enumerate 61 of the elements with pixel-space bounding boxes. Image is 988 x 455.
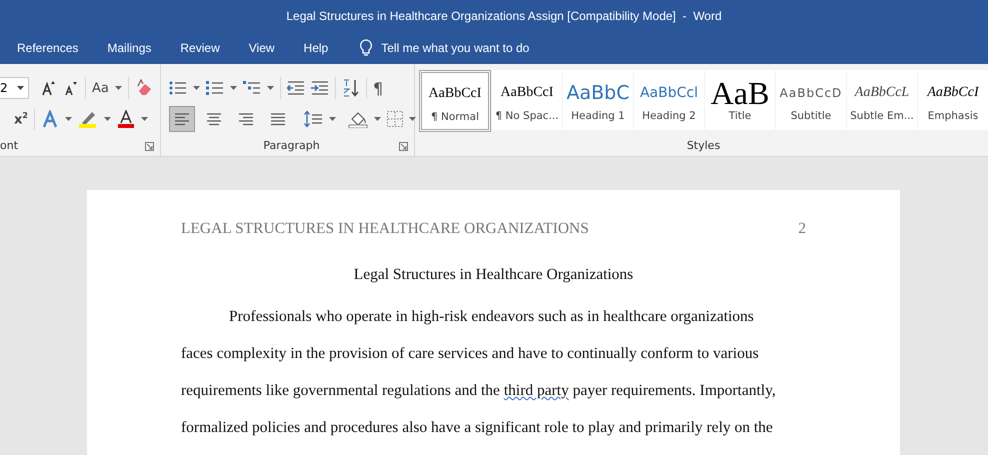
eraser-icon[interactable]	[134, 79, 153, 98]
multilevel-list-icon[interactable]	[243, 80, 261, 96]
ribbon-tab[interactable]: Help	[292, 35, 340, 61]
dropdown-caret-icon[interactable]	[329, 117, 336, 122]
sort-icon[interactable]	[342, 79, 360, 98]
grammar-flagged-text: third party	[504, 382, 569, 399]
ribbon-tab[interactable]: Review	[168, 35, 232, 61]
dropdown-caret-icon[interactable]	[140, 117, 148, 122]
style-item[interactable]: AaBbCcD Subtitle	[776, 70, 846, 130]
body-text: payer requirements. Importantly,	[572, 382, 776, 399]
ribbon-tab[interactable]: View	[236, 35, 287, 61]
decrease-indent-icon[interactable]	[287, 80, 305, 96]
change-case-button[interactable]: Aa	[92, 80, 109, 96]
dropdown-caret-icon[interactable]	[114, 86, 122, 90]
font-color-icon[interactable]	[116, 110, 135, 128]
style-item[interactable]: AaB Title	[705, 70, 775, 130]
search-field[interactable]: Tell me what you want to do	[381, 41, 582, 55]
body-text: Professionals who operate in high-risk endeavors such as in healthcare organizations	[229, 308, 754, 325]
style-item[interactable]: AaBbCcl Heading 2	[634, 70, 704, 130]
page-header: LEGAL STRUCTURES IN HEALTHCARE ORGANIZATIONS	[181, 220, 589, 238]
dropdown-caret-icon[interactable]	[104, 117, 111, 122]
lightbulb-icon	[359, 39, 374, 57]
align-left-icon[interactable]	[169, 106, 195, 132]
style-item[interactable]: AaBbCcL Subtle Em...	[847, 70, 917, 130]
dialog-launcher-icon[interactable]	[145, 142, 154, 152]
show-formatting-marks-button[interactable]: ¶	[373, 78, 384, 98]
dropdown-caret-icon[interactable]	[64, 117, 72, 122]
style-item[interactable]: AaBbCcI ¶ Normal	[419, 70, 491, 132]
shading-bucket-icon[interactable]	[348, 110, 368, 128]
dialog-launcher-icon[interactable]	[399, 142, 408, 152]
dropdown-caret-icon[interactable]	[230, 86, 237, 90]
dropdown-caret-icon[interactable]	[409, 117, 416, 122]
bullet-list-icon[interactable]	[169, 80, 187, 96]
group-label: ont	[0, 138, 18, 152]
ribbon-tab[interactable]: References	[5, 35, 90, 61]
document-title: Legal Structures in Healthcare Organizations	[354, 266, 634, 283]
dropdown-caret-icon[interactable]	[374, 117, 381, 122]
borders-icon[interactable]	[387, 111, 403, 128]
font-size-field[interactable]: 2	[0, 77, 29, 100]
window-title: Legal Structures in Healthcare Organizations Assign [Compatibility Mode] - Word	[286, 9, 722, 23]
text-effects-icon[interactable]	[40, 110, 59, 128]
style-item[interactable]: AaBbCcI ¶ No Spac...	[492, 70, 562, 130]
body-text: formalized policies and procedures also have a significant role to play and primarily rely on the	[181, 419, 773, 436]
increase-indent-icon[interactable]	[311, 80, 329, 96]
highlighter-icon[interactable]	[78, 110, 98, 128]
group-label: Paragraph	[263, 138, 320, 152]
page-number: 2	[798, 220, 806, 238]
style-item[interactable]: AaBbCcI Emphasis	[918, 70, 988, 130]
ribbon-tab[interactable]: Mailings	[95, 35, 164, 61]
dropdown-caret-icon[interactable]	[267, 86, 274, 90]
style-item[interactable]: AaBbC Heading 1	[563, 70, 633, 130]
group-label: Styles	[686, 138, 720, 152]
dropdown-caret-icon[interactable]	[193, 86, 200, 90]
dropdown-caret-icon	[17, 86, 24, 90]
grow-font-icon[interactable]	[41, 80, 57, 96]
line-spacing-icon[interactable]	[303, 110, 323, 128]
body-text: requirements like governmental regulations and the	[181, 382, 501, 399]
numbered-list-icon[interactable]	[206, 80, 224, 96]
superscript-button[interactable]: x$^{2}$	[14, 111, 28, 128]
body-text: faces complexity in the provision of care services and have to continually conform to various	[181, 345, 759, 362]
shrink-font-icon[interactable]	[63, 80, 79, 96]
